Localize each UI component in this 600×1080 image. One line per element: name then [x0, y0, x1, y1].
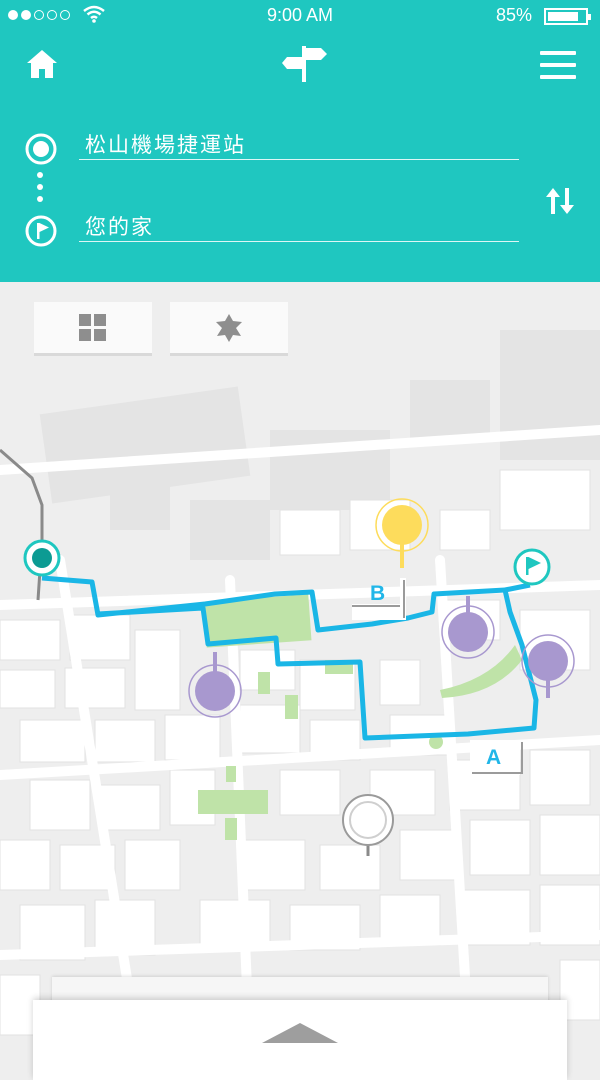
grid-icon	[79, 313, 106, 341]
route-connector-dots	[37, 172, 43, 208]
flag-icon	[25, 215, 57, 247]
status-bar: 9:00 AM 85%	[0, 0, 600, 32]
battery-icon	[544, 8, 591, 25]
map-view[interactable]	[0, 282, 600, 1067]
hamburger-menu-icon[interactable]	[540, 51, 576, 87]
home-icon[interactable]	[26, 49, 58, 79]
destination-row: 您的家	[24, 212, 524, 248]
origin-circle-icon	[25, 133, 57, 165]
bottom-sheet[interactable]	[33, 1000, 567, 1080]
nav-bar	[0, 44, 600, 88]
header-panel: 9:00 AM 85% 松山機場捷運站 您的家	[0, 0, 600, 282]
destination-input[interactable]: 您的家	[79, 212, 519, 242]
map-label-b: B	[370, 582, 386, 605]
origin-input[interactable]: 松山機場捷運站	[79, 130, 519, 160]
signpost-icon	[282, 46, 327, 82]
battery-percent: 85%	[495, 5, 532, 25]
star-icon	[216, 313, 242, 342]
chevron-up-icon[interactable]	[262, 1023, 338, 1043]
map-label-a: A	[486, 746, 502, 769]
map-tool-grid-button[interactable]	[34, 302, 152, 356]
map-tool-star-button[interactable]	[170, 302, 288, 356]
origin-row: 松山機場捷運站	[24, 130, 524, 166]
swap-arrows-icon[interactable]	[544, 186, 576, 216]
